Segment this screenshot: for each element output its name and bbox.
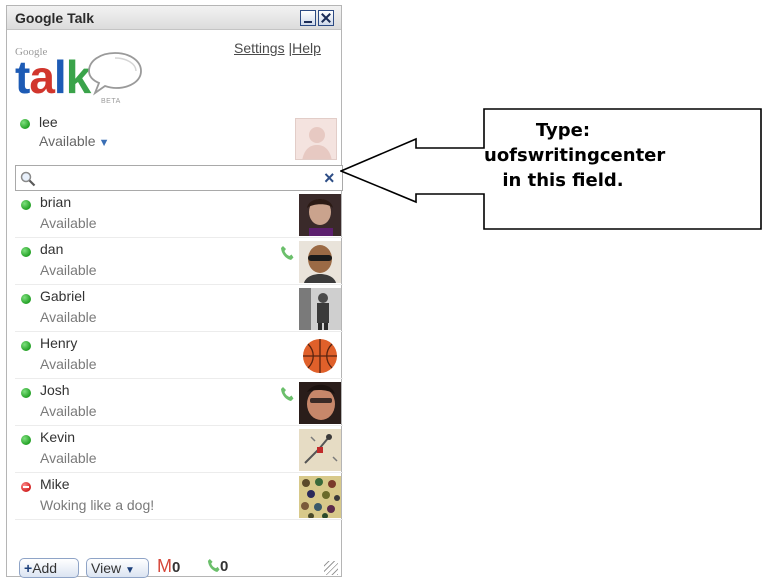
header-links: Settings |Help xyxy=(234,40,321,56)
self-presence-dot xyxy=(20,119,30,129)
mail-counter[interactable]: M0 xyxy=(157,556,180,577)
contact-status: Woking like a dog! xyxy=(40,497,155,513)
contact-row-dan[interactable]: dan Available xyxy=(15,239,343,285)
phone-icon[interactable] xyxy=(280,245,294,261)
call-counter[interactable]: 0 xyxy=(207,558,228,575)
contact-row-brian[interactable]: brian Available xyxy=(15,192,343,238)
add-label: Add xyxy=(32,560,58,576)
contact-avatar[interactable] xyxy=(299,382,341,424)
mail-icon: M xyxy=(157,556,172,576)
search-icon xyxy=(20,171,36,187)
mail-count-value: 0 xyxy=(172,559,181,576)
chevron-down-icon: ▼ xyxy=(124,565,135,576)
google-talk-window: Google Talk Google talk BETA Settings |H… xyxy=(6,5,343,578)
contact-status: Available xyxy=(40,450,97,466)
logo-beta-text: BETA xyxy=(101,98,121,105)
window-title: Google Talk xyxy=(15,10,95,26)
avatar-silhouette-icon xyxy=(296,119,336,159)
title-bar[interactable]: Google Talk xyxy=(7,6,341,30)
contact-avatar[interactable] xyxy=(299,241,341,283)
speech-bubble-icon xyxy=(88,52,142,96)
google-talk-logo: Google talk BETA xyxy=(15,46,145,112)
view-label: View xyxy=(91,560,122,576)
resize-grip-icon[interactable] xyxy=(324,561,338,575)
contact-name: Josh xyxy=(40,382,70,398)
presence-dot xyxy=(21,200,31,210)
contact-row-henry[interactable]: Henry Available xyxy=(15,333,343,379)
contact-status: Available xyxy=(40,309,97,325)
contact-name: Mike xyxy=(40,476,70,492)
contact-avatar[interactable] xyxy=(299,335,341,377)
presence-dot xyxy=(21,247,31,257)
phone-icon[interactable] xyxy=(280,386,294,402)
presence-dot xyxy=(21,388,31,398)
contact-row-mike[interactable]: Mike Woking like a dog! xyxy=(15,474,343,520)
add-contact-button[interactable]: +Add xyxy=(19,558,79,578)
self-status-selector[interactable]: Available ▼ xyxy=(39,133,109,149)
presence-dot xyxy=(21,341,31,351)
chevron-down-icon[interactable]: ▼ xyxy=(99,137,110,149)
callout-line-2: uofswritingcenter xyxy=(484,145,666,166)
clear-icon[interactable]: × xyxy=(324,168,335,188)
contact-avatar[interactable] xyxy=(299,288,341,330)
contact-status: Available xyxy=(40,403,97,419)
contact-row-josh[interactable]: Josh Available xyxy=(15,380,343,426)
phone-icon xyxy=(207,559,220,572)
contact-status: Available xyxy=(40,356,97,372)
callout-line-1: Type: xyxy=(535,120,591,141)
callout-text: Type: uofswritingcenter in this field. xyxy=(484,118,666,193)
close-icon[interactable] xyxy=(318,10,334,26)
contact-avatar[interactable] xyxy=(299,476,341,518)
self-name: lee xyxy=(39,114,58,130)
contact-name: brian xyxy=(40,194,72,210)
search-field[interactable]: × xyxy=(15,165,343,191)
contact-status: Available xyxy=(40,262,97,278)
contact-name: Gabriel xyxy=(40,288,86,304)
contact-name: dan xyxy=(40,241,64,257)
settings-link[interactable]: Settings xyxy=(234,40,285,56)
help-link[interactable]: Help xyxy=(292,40,321,56)
search-input[interactable] xyxy=(40,168,310,188)
contact-avatar[interactable] xyxy=(299,194,341,236)
contact-name: Henry xyxy=(40,335,78,351)
self-avatar[interactable] xyxy=(295,118,337,160)
presence-dot xyxy=(21,294,31,304)
self-status-text: Available xyxy=(39,133,96,149)
call-count-value: 0 xyxy=(220,558,229,575)
contact-avatar[interactable] xyxy=(299,429,341,471)
minimize-icon[interactable] xyxy=(300,10,316,26)
plus-icon: + xyxy=(24,560,33,576)
contact-status: Available xyxy=(40,215,97,231)
presence-dot xyxy=(21,435,31,445)
contact-name: Kevin xyxy=(40,429,76,445)
view-button[interactable]: View ▼ xyxy=(86,558,149,578)
contact-row-gabriel[interactable]: Gabriel Available xyxy=(15,286,343,332)
presence-dot xyxy=(21,482,31,492)
callout-line-3: in this field. xyxy=(502,170,624,191)
logo-talk-text: talk xyxy=(15,51,91,103)
contact-row-kevin[interactable]: Kevin Available xyxy=(15,427,343,473)
